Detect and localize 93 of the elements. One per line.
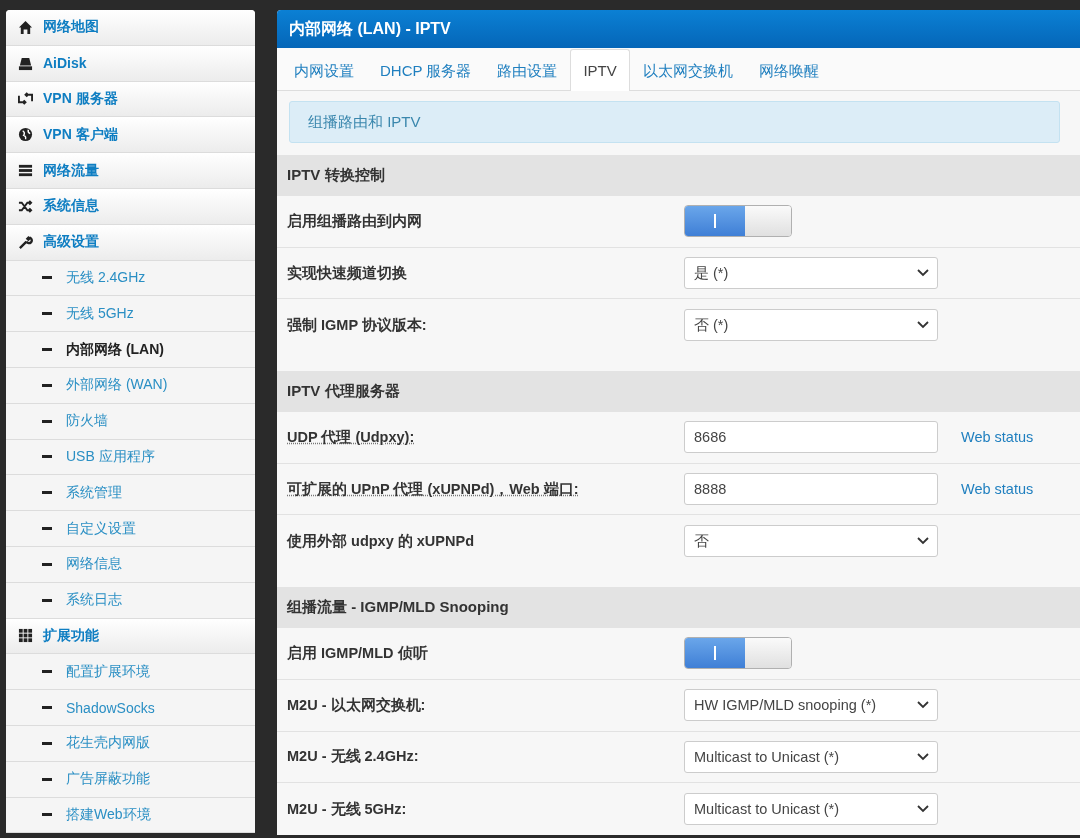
dash-icon <box>42 562 52 566</box>
section-header: IPTV 转换控制 <box>277 155 1080 196</box>
tab[interactable]: IPTV <box>570 49 630 91</box>
sidebar-item[interactable]: 网络地图 <box>6 10 255 46</box>
shuffle-icon <box>18 198 33 214</box>
setting-label: 启用组播路由到内网 <box>287 211 423 231</box>
setting-label: 使用外部 udpxy 的 xUPNPd <box>287 531 475 551</box>
dash-icon <box>42 598 52 602</box>
sidebar-item[interactable]: VPN 客户端 <box>6 117 255 154</box>
dash-icon <box>42 670 52 674</box>
web-status-link[interactable]: Web status <box>961 429 1034 446</box>
setting-label: M2U - 无线 2.4GHz: <box>287 747 420 767</box>
arrows-icon <box>18 91 33 107</box>
tab[interactable]: 网络唤醒 <box>745 50 832 91</box>
dash-icon <box>42 706 52 710</box>
tab[interactable]: DHCP 服务器 <box>367 50 485 91</box>
dash-icon <box>42 348 52 352</box>
sidebar-subitem-label: 无线 5GHz <box>66 304 134 323</box>
globe-icon <box>18 127 33 143</box>
home-icon <box>18 19 33 35</box>
sidebar-subitem-label: 搭建Web环境 <box>66 805 151 824</box>
sidebar-subitem-label: 外部网络 (WAN) <box>66 376 168 395</box>
wrench-icon <box>18 234 33 250</box>
sidebar-item[interactable]: 高级设置 <box>6 224 255 261</box>
tab[interactable]: 内网设置 <box>281 50 367 91</box>
chevron-down-icon <box>917 805 929 814</box>
section-header: 组播流量 - IGMP/MLD Snooping <box>277 587 1080 629</box>
input-field[interactable]: 8686 <box>684 421 938 454</box>
dash-icon <box>42 455 52 459</box>
setting-label: M2U - 无线 5GHz: <box>287 799 408 819</box>
sidebar-subitem-label: 无线 2.4GHz <box>66 268 146 287</box>
sidebar-item-label: 系统信息 <box>43 197 99 216</box>
chevron-down-icon <box>917 701 929 710</box>
setting-label: 实现快速频道切换 <box>287 263 408 283</box>
sidebar-item-label: 网络流量 <box>43 161 99 180</box>
sidebar-subitem-label: 自定义设置 <box>66 519 136 538</box>
web-status-link[interactable]: Web status <box>961 481 1034 498</box>
dropdown[interactable]: Multicast to Unicast (*) <box>684 740 938 773</box>
sidebar-subitem-label: 系统管理 <box>66 483 122 502</box>
sidebar-item-label: 高级设置 <box>43 233 99 252</box>
sidebar-item[interactable]: 扩展功能 <box>6 618 255 655</box>
sidebar-item-label: AiDisk <box>43 55 87 72</box>
setting-label: 启用 IGMP/MLD 侦听 <box>287 643 429 663</box>
list-icon <box>18 163 33 179</box>
dropdown[interactable]: 是 (*) <box>684 257 938 290</box>
dash-icon <box>42 419 52 423</box>
sidebar-item[interactable]: VPN 服务器 <box>6 81 255 118</box>
info-banner: 组播路由和 IPTV <box>289 101 1060 143</box>
sidebar-item-label: 扩展功能 <box>43 626 99 645</box>
dash-icon <box>42 383 52 387</box>
sidebar-item[interactable]: 网络流量 <box>6 153 255 189</box>
dropdown[interactable]: Multicast to Unicast (*) <box>684 793 938 826</box>
dash-icon <box>42 276 52 280</box>
setting-label: 强制 IGMP 协议版本: <box>287 315 428 335</box>
dropdown[interactable]: 否 <box>684 525 938 558</box>
section-header: IPTV 代理服务器 <box>277 371 1080 413</box>
tab[interactable]: 以太网交换机 <box>629 50 746 91</box>
setting-label: M2U - 以太网交换机: <box>287 695 427 715</box>
sidebar-subitem-label: 内部网络 (LAN) <box>66 340 164 359</box>
dropdown[interactable]: HW IGMP/MLD snooping (*) <box>684 689 938 722</box>
sidebar-subitem-label: 配置扩展环境 <box>66 662 150 681</box>
chevron-down-icon <box>917 269 929 278</box>
sidebar-subitem-label: ShadowSocks <box>66 699 155 716</box>
chevron-down-icon <box>917 537 929 546</box>
dropdown[interactable]: 否 (*) <box>684 309 938 342</box>
sidebar-item[interactable]: 系统信息 <box>6 189 255 225</box>
tab[interactable]: 路由设置 <box>484 50 571 91</box>
sidebar-item[interactable]: AiDisk <box>6 45 255 82</box>
sidebar-subitem-label: 系统日志 <box>66 591 122 610</box>
sidebar-subitem-label: USB 应用程序 <box>66 447 155 466</box>
dash-icon <box>42 491 52 495</box>
input-field[interactable]: 8888 <box>684 473 938 506</box>
dash-icon <box>42 527 52 531</box>
dash-icon <box>42 741 52 745</box>
sidebar-subitem-label: 花生壳内网版 <box>66 734 150 753</box>
panel-title: 内部网络 (LAN) - IPTV <box>277 10 1080 48</box>
toggle-switch[interactable] <box>684 205 792 238</box>
chevron-down-icon <box>917 752 929 761</box>
grid-icon <box>18 628 33 644</box>
sidebar-item-label: 网络地图 <box>43 18 99 37</box>
dash-icon <box>42 312 52 316</box>
setting-label: 可扩展的 UPnP 代理 (xUPNPd)，Web 端口: <box>287 479 580 499</box>
toggle-switch[interactable] <box>684 637 792 670</box>
sidebar-subitem-label: 网络信息 <box>66 555 122 574</box>
setting-label: UDP 代理 (Udpxy): <box>287 427 416 447</box>
sidebar-item-label: VPN 客户端 <box>43 125 118 144</box>
chevron-down-icon <box>917 321 929 330</box>
dash-icon <box>42 813 52 817</box>
sidebar-subitem-label: 防火墙 <box>66 412 108 431</box>
dash-icon <box>42 777 52 781</box>
sidebar-item-label: VPN 服务器 <box>43 90 118 108</box>
drive-icon <box>18 55 33 71</box>
sidebar-subitem-label: 广告屏蔽功能 <box>66 770 150 789</box>
